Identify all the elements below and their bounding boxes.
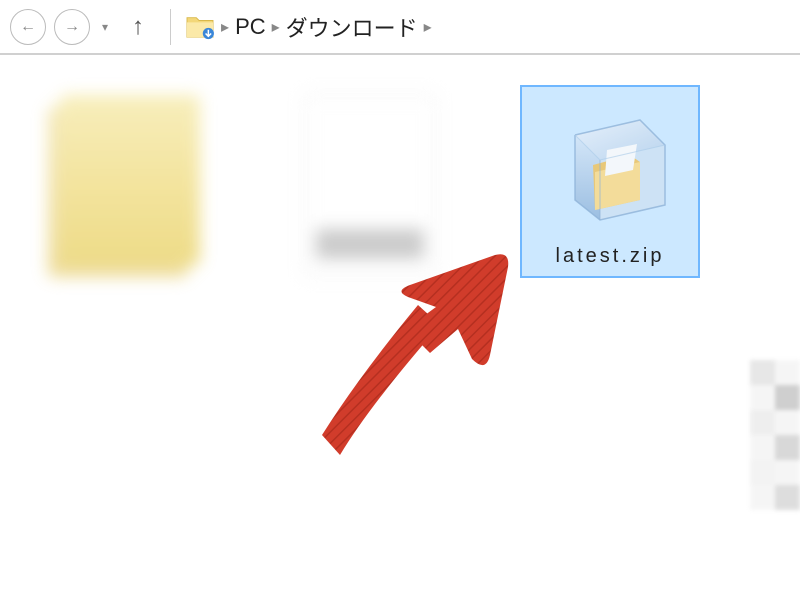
- document-icon: [305, 95, 435, 275]
- address-bar[interactable]: ▸ PC ▸ ダウンロード ▸: [185, 11, 432, 43]
- file-item[interactable]: [280, 85, 460, 285]
- breadcrumb-segment[interactable]: PC: [235, 14, 266, 40]
- file-name-label: latest.zip: [556, 245, 665, 268]
- up-button[interactable]: ↑: [120, 13, 156, 41]
- toolbar-separator: [170, 9, 171, 45]
- breadcrumb-separator-icon: ▸: [424, 17, 432, 37]
- explorer-toolbar: ← → ▾ ↑ ▸ PC ▸ ダウンロード ▸: [0, 0, 800, 55]
- breadcrumb-separator-icon: ▸: [272, 17, 280, 37]
- folder-stack-icon: [60, 95, 200, 265]
- back-button[interactable]: ←: [10, 9, 46, 45]
- censored-region: [750, 360, 800, 510]
- arrow-left-icon: ←: [20, 18, 36, 36]
- forward-button[interactable]: →: [54, 9, 90, 45]
- file-list: latest.zip: [0, 55, 800, 315]
- folder-download-icon: [185, 14, 215, 40]
- file-item-selected[interactable]: latest.zip: [520, 85, 700, 278]
- arrow-right-icon: →: [64, 18, 80, 36]
- history-dropdown[interactable]: ▾: [98, 20, 112, 34]
- zip-archive-icon: [545, 100, 675, 230]
- breadcrumb-separator-icon: ▸: [221, 17, 229, 37]
- file-item[interactable]: [40, 85, 220, 275]
- breadcrumb-segment[interactable]: ダウンロード: [286, 11, 418, 43]
